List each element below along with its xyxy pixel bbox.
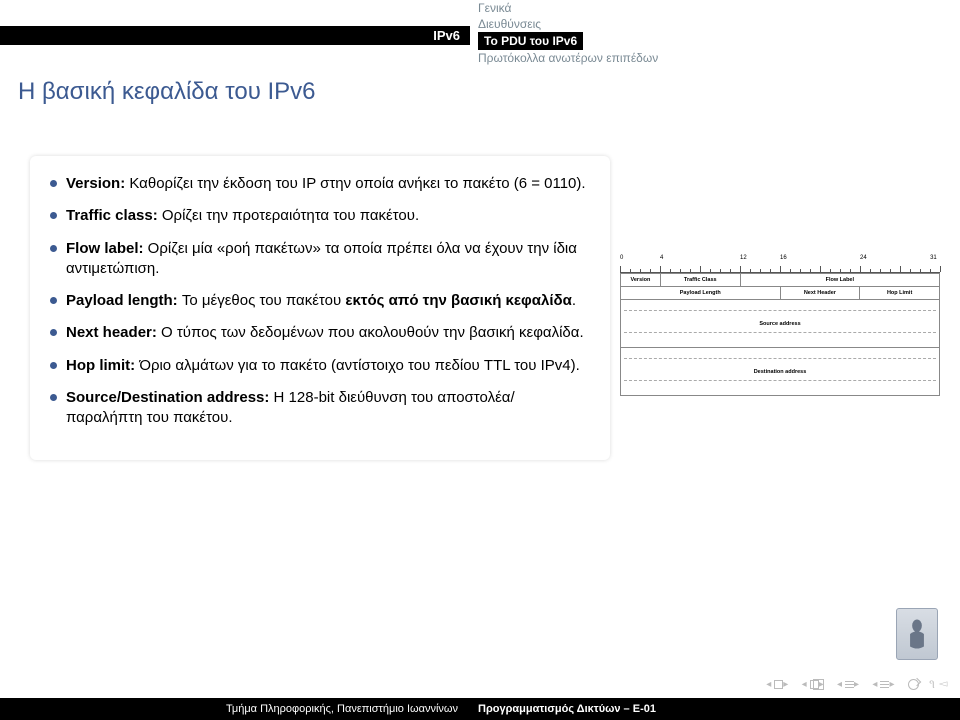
bullet-next-header: Next header: Ο τύπος των δεδομένων που α… <box>50 323 590 343</box>
ipv6-header-diagram: 0 4 12 16 24 31 Version Traffic Class Fl… <box>620 255 940 396</box>
bullet-hop-limit: Hop limit: Όριο αλμάτων για το πακέτο (α… <box>50 356 590 376</box>
footer-course-code: Προγραμματισμός Δικτύων – E-01 <box>470 698 960 720</box>
nav-search[interactable]: ૧ ◅ <box>929 677 948 692</box>
bullet-src-dst: Source/Destination address: Η 128-bit δι… <box>50 388 590 429</box>
nav-next-lines[interactable]: ◂▸ <box>872 677 897 691</box>
nav-prev-section[interactable]: ◂▸ <box>802 677 827 691</box>
content-block: Version: Καθορίζει την έκδοση του IP στη… <box>30 156 610 460</box>
field-flow-label: Flow Label <box>740 274 939 287</box>
field-version: Version <box>621 274 661 287</box>
top-nav: IPv6 Γενικά Διευθύνσεις Το PDU του IPv6 … <box>0 0 960 66</box>
field-next-header: Next Header <box>780 287 860 300</box>
logo-icon <box>903 616 931 652</box>
institution-logo <box>896 608 938 660</box>
nav-item-pdu[interactable]: Το PDU του IPv6 <box>478 32 583 50</box>
footer-institution: Τμήμα Πληροφορικής, Πανεπιστήμιο Ιωαννίν… <box>0 698 468 720</box>
bullet-payload-length: Payload length: Το μέγεθος του πακέτου ε… <box>50 291 590 311</box>
nav-prev-slide[interactable]: ◂▸ <box>766 677 791 691</box>
field-hop-limit: Hop Limit <box>860 287 940 300</box>
field-destination-address: Destination address <box>621 348 940 396</box>
nav-item-general[interactable]: Γενικά <box>478 0 720 16</box>
nav-item-upper-protocols[interactable]: Πρωτόκολλα ανωτέρων επιπέδων <box>478 50 720 66</box>
field-payload-length: Payload Length <box>621 287 781 300</box>
header-table: Version Traffic Class Flow Label Payload… <box>620 273 940 396</box>
field-traffic-class: Traffic Class <box>660 274 740 287</box>
field-source-address: Source address <box>621 300 940 348</box>
bit-ruler-labels: 0 4 12 16 24 31 <box>620 255 940 264</box>
section-label: IPv6 <box>0 26 470 45</box>
bit-ruler-ticks <box>620 264 940 273</box>
nav-back[interactable] <box>908 677 919 691</box>
nav-prev-subsection[interactable]: ◂▸ <box>837 677 862 691</box>
bullet-version: Version: Καθορίζει την έκδοση του IP στη… <box>50 174 590 194</box>
footer-bar: Τμήμα Πληροφορικής, Πανεπιστήμιο Ιωαννίν… <box>0 698 960 720</box>
bullet-traffic-class: Traffic class: Ορίζει την προτεραιότητα … <box>50 206 590 226</box>
bullet-flow-label: Flow label: Ορίζει μία «ροή πακέτων» τα … <box>50 239 590 280</box>
nav-item-addresses[interactable]: Διευθύνσεις <box>478 16 720 32</box>
subsection-list: Γενικά Διευθύνσεις Το PDU του IPv6 Πρωτό… <box>470 0 720 66</box>
slide-title: Η βασική κεφαλίδα του IPv6 <box>18 78 316 106</box>
slide-nav-controls: ◂▸ ◂▸ ◂▸ ◂▸ ૧ ◅ <box>762 677 948 692</box>
